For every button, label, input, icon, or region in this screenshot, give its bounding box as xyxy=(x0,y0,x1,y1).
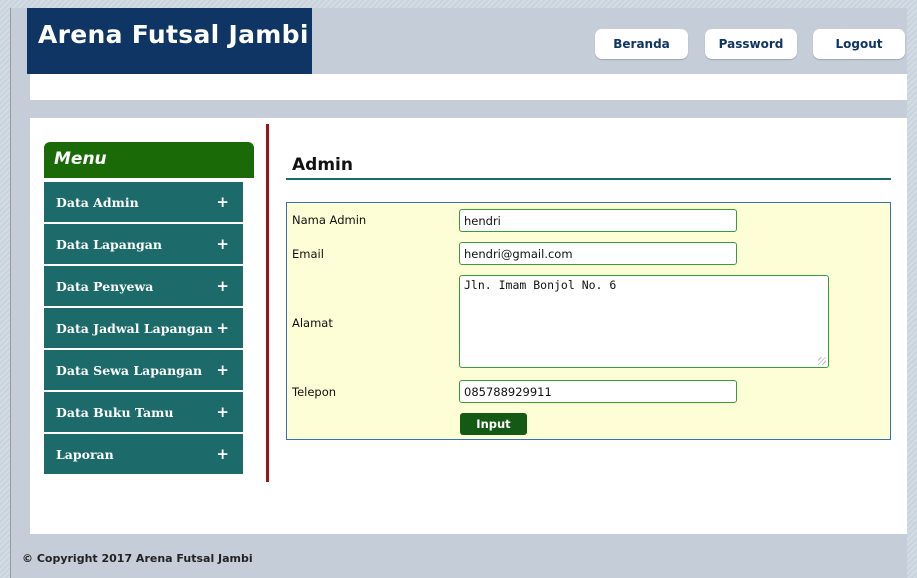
alamat-label: Alamat xyxy=(292,316,333,330)
expand-plus-icon[interactable]: + xyxy=(216,319,229,337)
telepon-label: Telepon xyxy=(292,385,337,399)
email-input[interactable]: hendri@gmail.com xyxy=(459,242,737,265)
sidebar-item-label: Laporan xyxy=(56,446,114,462)
expand-plus-icon[interactable]: + xyxy=(216,403,229,421)
nama-admin-label: Nama Admin xyxy=(292,213,367,227)
sub-header-bar xyxy=(30,74,907,100)
expand-plus-icon[interactable]: + xyxy=(216,193,229,211)
sidebar-item-data-penyewa[interactable]: Data Penyewa + xyxy=(44,266,243,306)
header: Arena Futsal Jambi Beranda Password Logo… xyxy=(27,8,907,74)
input-submit-button[interactable]: Input xyxy=(460,413,527,435)
nav-beranda-button[interactable]: Beranda xyxy=(595,29,688,59)
sidebar-item-label: Data Buku Tamu xyxy=(56,404,174,420)
sidebar-item-data-lapangan[interactable]: Data Lapangan + xyxy=(44,224,243,264)
vertical-divider xyxy=(266,124,269,482)
content-area: Menu Data Admin + Data Lapangan + Data P… xyxy=(30,118,907,534)
title-underline xyxy=(286,178,891,180)
footer-copyright: © Copyright 2017 Arena Futsal Jambi xyxy=(22,552,253,565)
sidebar-item-data-admin[interactable]: Data Admin + xyxy=(44,182,243,222)
menu-title: Menu xyxy=(44,142,254,178)
nav-password-button[interactable]: Password xyxy=(705,29,797,59)
sidebar-item-label: Data Lapangan xyxy=(56,236,162,252)
sidebar-item-label: Data Sewa Lapangan xyxy=(56,362,203,378)
expand-plus-icon[interactable]: + xyxy=(216,445,229,463)
nav-logout-button[interactable]: Logout xyxy=(813,29,905,59)
admin-form: Nama Admin hendri Email hendri@gmail.com… xyxy=(286,202,891,440)
sidebar-item-data-buku-tamu[interactable]: Data Buku Tamu + xyxy=(44,392,243,432)
page-title: Admin xyxy=(292,155,353,175)
email-label: Email xyxy=(292,247,324,261)
sidebar-menu: Data Admin + Data Lapangan + Data Penyew… xyxy=(44,182,243,476)
sidebar-item-data-sewa-lapangan[interactable]: Data Sewa Lapangan + xyxy=(44,350,243,390)
sidebar-item-label: Data Penyewa xyxy=(56,278,154,294)
alamat-textarea[interactable]: Jln. Imam Bonjol No. 6 xyxy=(459,275,829,368)
site-title: Arena Futsal Jambi xyxy=(27,8,312,74)
alamat-text: Jln. Imam Bonjol No. 6 xyxy=(464,278,617,292)
expand-plus-icon[interactable]: + xyxy=(216,361,229,379)
nama-admin-input[interactable]: hendri xyxy=(459,209,737,232)
sidebar-item-label: Data Jadwal Lapangan xyxy=(56,320,213,336)
telepon-input[interactable]: 085788929911 xyxy=(459,380,737,403)
sidebar-item-laporan[interactable]: Laporan + xyxy=(44,434,243,474)
sidebar-item-data-jadwal-lapangan[interactable]: Data Jadwal Lapangan + xyxy=(44,308,243,348)
expand-plus-icon[interactable]: + xyxy=(216,277,229,295)
resize-handle-icon[interactable] xyxy=(818,357,826,365)
expand-plus-icon[interactable]: + xyxy=(216,235,229,253)
sidebar-item-label: Data Admin xyxy=(56,194,139,210)
